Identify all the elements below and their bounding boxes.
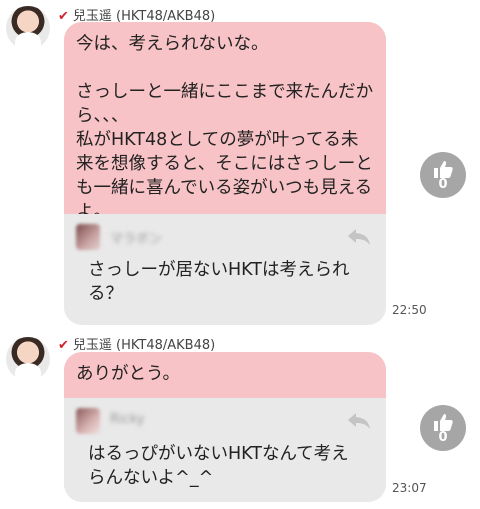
check-icon: ✔ [58,338,69,353]
quoted-user-name: マラボン [110,232,163,247]
quoted-text: さっしーが居ないHKTは考えられ る？ [88,260,350,304]
message-bubble: ありがとう。 Ricky はるっぴがいないHKTなんて考え らんないよ^_^ [64,352,386,502]
quoted-text: はるっぴがいないHKTなんて考え らんないよ^_^ [88,444,349,488]
check-icon: ✔ [58,9,69,24]
like-button[interactable]: 0 [420,152,466,198]
message-text: ありがとう。 [64,352,386,398]
quoted-question: マラボン さっしーが居ないHKTは考えられ る？ [64,214,386,315]
quoted-user-avatar [76,408,100,434]
message-bubble: 今は、考えられないな。 さっしーと一緒にここまで来たんだから、、、 私がHKT4… [64,22,386,325]
message-text: 今は、考えられないな。 さっしーと一緒にここまで来たんだから、、、 私がHKT4… [64,22,386,222]
sender-avatar[interactable] [6,6,50,50]
sender-name-row: ✔ 兒玉遥 (HKT48/AKB48) [58,334,215,353]
like-count: 0 [438,430,448,445]
sender-avatar[interactable] [6,337,50,381]
quoted-question: Ricky はるっぴがいないHKTなんて考え らんないよ^_^ [64,398,386,502]
like-button[interactable]: 0 [420,405,466,451]
message-item: ✔ 兒玉遥 (HKT48/AKB48) 今は、考えられないな。 さっしーと一緒にこ… [0,0,480,330]
like-count: 0 [438,177,448,192]
message-item: ✔ 兒玉遥 (HKT48/AKB48) ありがとう。 Ricky はるっぴがいない… [0,330,480,509]
sender-name: 兒玉遥 (HKT48/AKB48) [72,338,216,353]
quoted-user-name: Ricky [110,412,145,427]
quoted-user-avatar [76,224,100,250]
message-time: 22:50 [392,303,427,317]
reply-arrow-icon[interactable] [346,410,372,432]
message-time: 23:07 [392,481,427,495]
reply-arrow-icon[interactable] [346,226,372,248]
thumbs-up-icon [434,161,453,178]
thumbs-up-icon [434,414,453,431]
